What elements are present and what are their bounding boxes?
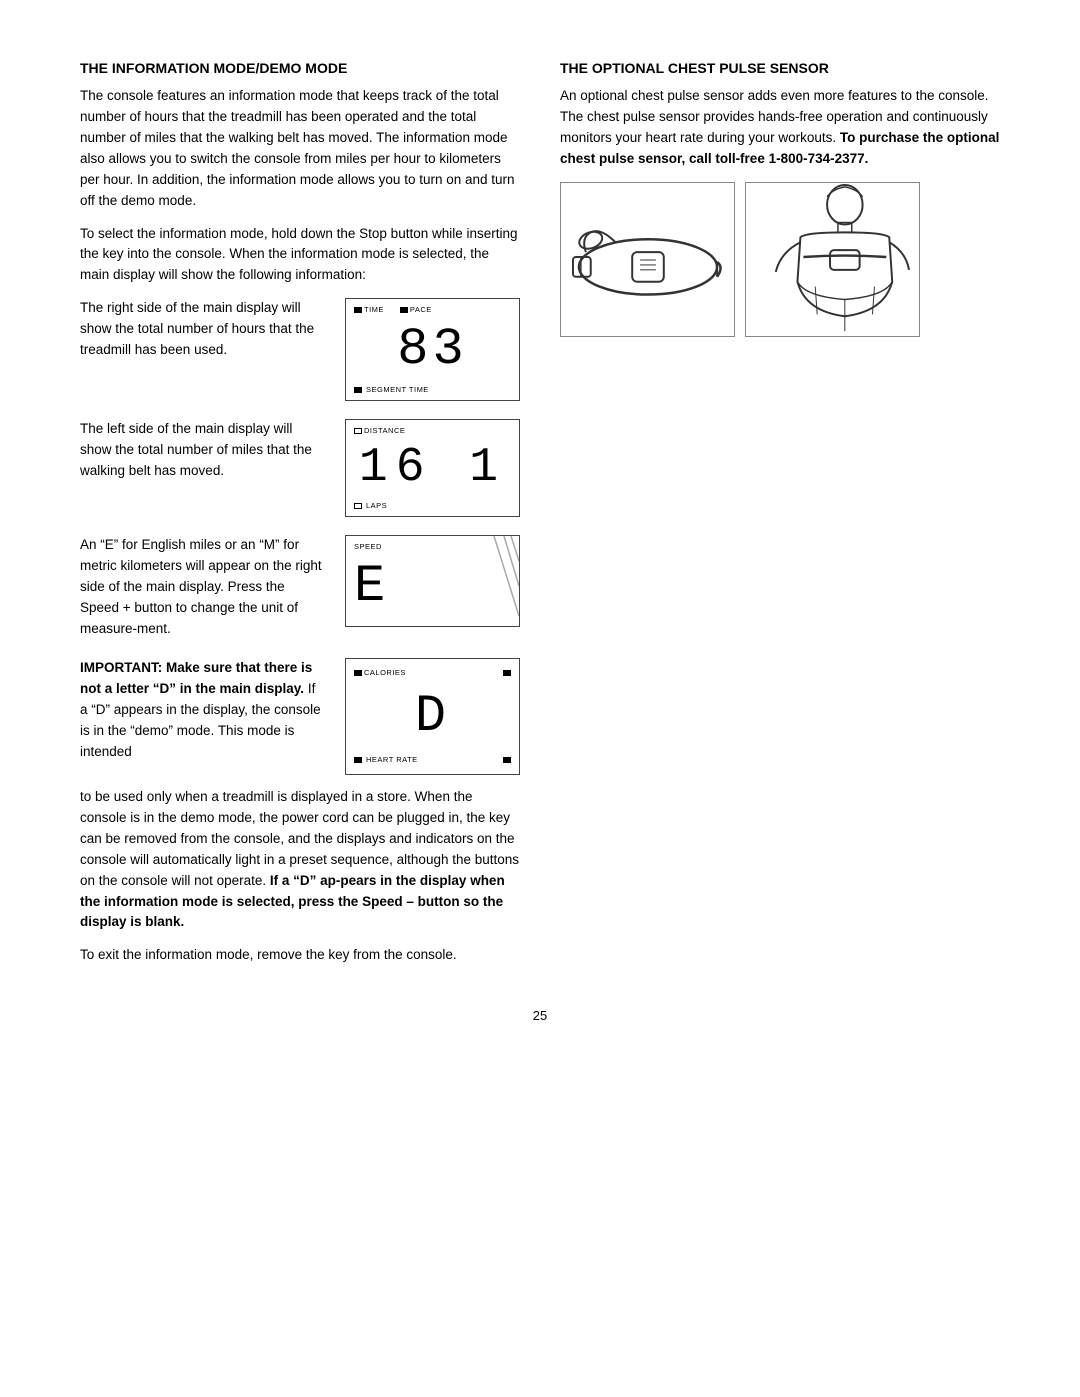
- lcd1-number: 83: [354, 316, 511, 383]
- lcd3-letter: E: [354, 553, 385, 620]
- para2: To select the information mode, hold dow…: [80, 224, 520, 287]
- para-after-display: to be used only when a treadmill is disp…: [80, 787, 520, 933]
- para-exit: To exit the information mode, remove the…: [80, 945, 520, 966]
- right-heading: THE OPTIONAL CHEST PULSE SENSOR: [560, 60, 1000, 76]
- speed-content: E: [354, 553, 519, 620]
- right-para1: An optional chest pulse sensor adds even…: [560, 86, 1000, 170]
- lcd-display-miles: DISTANCE 16 1 LAPS: [345, 419, 520, 517]
- para1: The console features an information mode…: [80, 86, 520, 212]
- hr-right-indicator: [503, 752, 511, 768]
- important-block: IMPORTANT: Make sure that there is not a…: [80, 658, 520, 775]
- display2-block: The left side of the main display will s…: [80, 419, 520, 517]
- sensor-device-svg: [561, 183, 734, 336]
- display1-wrapper: TIME PACE 83 SEGMENT TIME: [345, 298, 520, 401]
- two-column-layout: THE INFORMATION MODE/DEMO MODE The conso…: [80, 60, 1000, 978]
- lcd1-bottom: SEGMENT TIME: [354, 385, 511, 394]
- distance-rect: [354, 428, 362, 434]
- lcd1-pace-indicator: PACE: [400, 305, 432, 314]
- lcd1-time-indicator: TIME: [354, 305, 384, 314]
- heart-rate-label: HEART RATE: [366, 755, 418, 764]
- pace-rect: [400, 307, 408, 313]
- display2-wrapper: DISTANCE 16 1 LAPS: [345, 419, 520, 517]
- lcd4-calories-indicator: CALORIES: [354, 668, 406, 677]
- important-text-block: IMPORTANT: Make sure that there is not a…: [80, 658, 325, 775]
- hr-rect: [354, 757, 362, 763]
- lcd2-number: 16 1: [354, 437, 511, 499]
- display1-block: The right side of the main display will …: [80, 298, 520, 401]
- sensor-person-svg: [746, 183, 919, 336]
- time-label: TIME: [364, 305, 384, 314]
- lcd2-top: DISTANCE: [354, 426, 511, 435]
- display1-text: The right side of the main display will …: [80, 298, 325, 361]
- cal-right-rect: [503, 670, 511, 676]
- calories-rect: [354, 670, 362, 676]
- lcd4-right-indicator: [503, 665, 511, 681]
- laps-rect: [354, 503, 362, 509]
- display2-text: The left side of the main display will s…: [80, 419, 325, 482]
- distance-label: DISTANCE: [364, 426, 405, 435]
- segment-rect: [354, 387, 362, 393]
- left-column: THE INFORMATION MODE/DEMO MODE The conso…: [80, 60, 520, 978]
- sensor-person-image: [745, 182, 920, 337]
- display4-wrapper: CALORIES D HEART RATE: [345, 658, 520, 775]
- right-column: THE OPTIONAL CHEST PULSE SENSOR An optio…: [560, 60, 1000, 978]
- lcd-display-calories: CALORIES D HEART RATE: [345, 658, 520, 775]
- page-number: 25: [80, 1008, 1000, 1023]
- lcd4-bottom: HEART RATE: [354, 752, 511, 768]
- pace-label: PACE: [410, 305, 432, 314]
- lcd-display-hours: TIME PACE 83 SEGMENT TIME: [345, 298, 520, 401]
- segment-label: SEGMENT TIME: [366, 385, 429, 394]
- sensor-device-image: [560, 182, 735, 337]
- lcd4-top: CALORIES: [354, 665, 511, 681]
- display3-text: An “E” for English miles or an “M” for m…: [80, 535, 325, 640]
- time-rect: [354, 307, 362, 313]
- laps-label: LAPS: [366, 501, 387, 510]
- lcd2-distance-indicator: DISTANCE: [354, 426, 405, 435]
- display3-block: An “E” for English miles or an “M” for m…: [80, 535, 520, 640]
- diagonal-lines-decoration: [489, 536, 519, 626]
- chest-sensor-images: [560, 182, 1000, 337]
- lcd-display-speed: SPEED E: [345, 535, 520, 627]
- lcd4-number: D: [354, 683, 511, 750]
- display3-wrapper: SPEED E: [345, 535, 520, 627]
- calories-label: CALORIES: [364, 668, 406, 677]
- speed-label: SPEED: [354, 542, 382, 551]
- page: THE INFORMATION MODE/DEMO MODE The conso…: [80, 60, 1000, 1023]
- important-label: IMPORTANT: Make sure that there is not a…: [80, 660, 312, 696]
- lcd2-bottom: LAPS: [354, 501, 511, 510]
- hr-right-rect: [503, 757, 511, 763]
- left-heading: THE INFORMATION MODE/DEMO MODE: [80, 60, 520, 76]
- lcd1-top: TIME PACE: [354, 305, 511, 314]
